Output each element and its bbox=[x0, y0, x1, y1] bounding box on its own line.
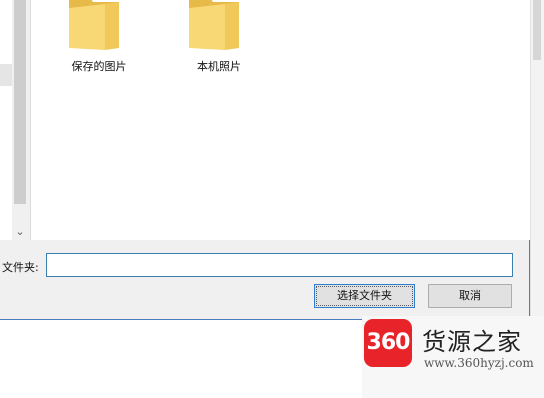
window-scrollbar-thumb[interactable] bbox=[533, 0, 541, 60]
folder-item-camera-roll[interactable] bbox=[185, 0, 249, 52]
folder-name-input[interactable] bbox=[46, 253, 513, 277]
folder-icon bbox=[189, 0, 239, 50]
nav-item-partial[interactable] bbox=[0, 210, 6, 222]
nav-selected-item[interactable] bbox=[0, 64, 12, 86]
nav-scrollbar-thumb[interactable] bbox=[14, 0, 26, 204]
logo-text: 360 bbox=[366, 330, 411, 355]
folder-label: 保存的图片 bbox=[71, 60, 127, 73]
folder-content-pane: 保存的图片 本机照片 bbox=[30, 0, 530, 240]
select-folder-dialog: ⌄ 保存的图片 本机照片 文件夹: 选择文件夹 取消 bbox=[0, 0, 530, 320]
watermark-title: 货源之家 bbox=[422, 328, 522, 356]
watermark-url: www.360hyzj.com bbox=[424, 356, 534, 370]
focus-ring bbox=[316, 286, 413, 306]
folder-icon bbox=[69, 0, 119, 50]
folder-label: 本机照片 bbox=[197, 60, 241, 73]
scroll-down-arrow-icon[interactable]: ⌄ bbox=[12, 224, 28, 240]
select-folder-button[interactable]: 选择文件夹 bbox=[314, 284, 415, 308]
folder-field-label: 文件夹: bbox=[2, 261, 39, 274]
nav-item-partial[interactable] bbox=[0, 182, 6, 194]
folder-item-saved-pictures[interactable] bbox=[65, 0, 129, 52]
cancel-button[interactable]: 取消 bbox=[428, 284, 512, 308]
